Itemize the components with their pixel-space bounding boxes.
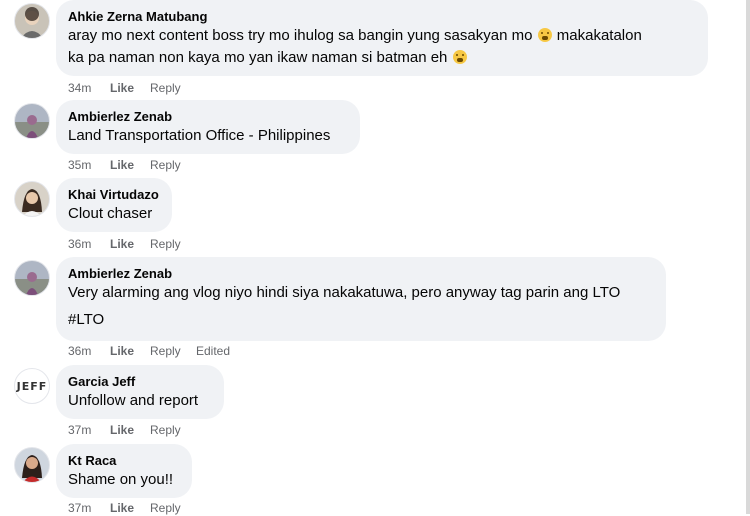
comment-actions: 37m Like Reply bbox=[68, 422, 198, 438]
like-button[interactable]: Like bbox=[110, 422, 150, 438]
like-button[interactable]: Like bbox=[110, 80, 150, 96]
comment-bubble: Ambierlez Zenab Land Transportation Offi… bbox=[56, 100, 360, 154]
reply-button[interactable]: Reply bbox=[150, 236, 198, 252]
comment-text-line: makakatalon bbox=[556, 27, 642, 44]
avatar-logo-text: JEFF bbox=[16, 379, 48, 393]
comment-bubble: Khai Virtudazo Clout chaser bbox=[56, 178, 172, 232]
avatar[interactable] bbox=[14, 103, 50, 139]
avatar[interactable] bbox=[14, 181, 50, 217]
comment-time[interactable]: 36m bbox=[68, 236, 110, 252]
comment-author[interactable]: Ahkie Zerna Matubang bbox=[68, 8, 696, 25]
comment-text: aray mo next content boss try mo ihulog … bbox=[68, 25, 696, 69]
reply-button[interactable]: Reply bbox=[150, 422, 198, 438]
comment-time[interactable]: 34m bbox=[68, 80, 110, 96]
like-button[interactable]: Like bbox=[110, 343, 150, 359]
reply-button[interactable]: Reply bbox=[150, 80, 198, 96]
comment-text: Shame on you!! bbox=[68, 471, 174, 488]
comment-author[interactable]: Garcia Jeff bbox=[68, 373, 212, 390]
comment-time[interactable]: 37m bbox=[68, 422, 110, 438]
comment-text: Land Transportation Office - Philippines bbox=[68, 127, 331, 144]
reply-button[interactable]: Reply bbox=[150, 157, 198, 173]
comment-author[interactable]: Kt Raca bbox=[68, 452, 180, 469]
comment-actions: 35m Like Reply bbox=[68, 157, 198, 173]
reply-button[interactable]: Reply bbox=[150, 343, 198, 359]
comment-text: Clout chaser bbox=[68, 205, 153, 222]
comment-bubble: Kt Raca Shame on you!! bbox=[56, 444, 192, 498]
comment-author[interactable]: Khai Virtudazo bbox=[68, 186, 160, 203]
avatar[interactable] bbox=[14, 260, 50, 296]
avatar[interactable] bbox=[14, 3, 50, 39]
astonished-face-emoji-icon bbox=[537, 28, 552, 42]
comment-time[interactable]: 36m bbox=[68, 343, 110, 359]
avatar[interactable] bbox=[14, 447, 50, 483]
avatar[interactable]: JEFF bbox=[14, 368, 50, 404]
comment-bubble: Ahkie Zerna Matubang aray mo next conten… bbox=[56, 0, 708, 76]
comment-bubble: Garcia Jeff Unfollow and report bbox=[56, 365, 224, 419]
comment-text-line: aray mo next content boss try mo ihulog … bbox=[68, 27, 533, 44]
comment-text: Unfollow and report bbox=[68, 392, 199, 409]
edited-label: Edited bbox=[196, 344, 231, 358]
window-edge bbox=[746, 0, 750, 514]
comment-text: Very alarming ang vlog niyo hindi siya n… bbox=[68, 284, 621, 301]
comment-actions: 34m Like Reply bbox=[68, 80, 198, 96]
comment-author[interactable]: Ambierlez Zenab bbox=[68, 265, 654, 282]
comment-bubble: Ambierlez Zenab Very alarming ang vlog n… bbox=[56, 257, 666, 341]
astonished-face-emoji-icon bbox=[452, 50, 467, 64]
comment-time[interactable]: 35m bbox=[68, 157, 110, 173]
comment-actions: 36m Like Reply bbox=[68, 236, 198, 252]
comment-actions: 36m Like Reply Edited bbox=[68, 343, 230, 359]
like-button[interactable]: Like bbox=[110, 157, 150, 173]
hashtag-link[interactable]: #LTO bbox=[68, 309, 654, 331]
comment-text-line: ka pa naman non kaya mo yan ikaw naman s… bbox=[68, 49, 448, 66]
comment-author[interactable]: Ambierlez Zenab bbox=[68, 108, 348, 125]
like-button[interactable]: Like bbox=[110, 236, 150, 252]
